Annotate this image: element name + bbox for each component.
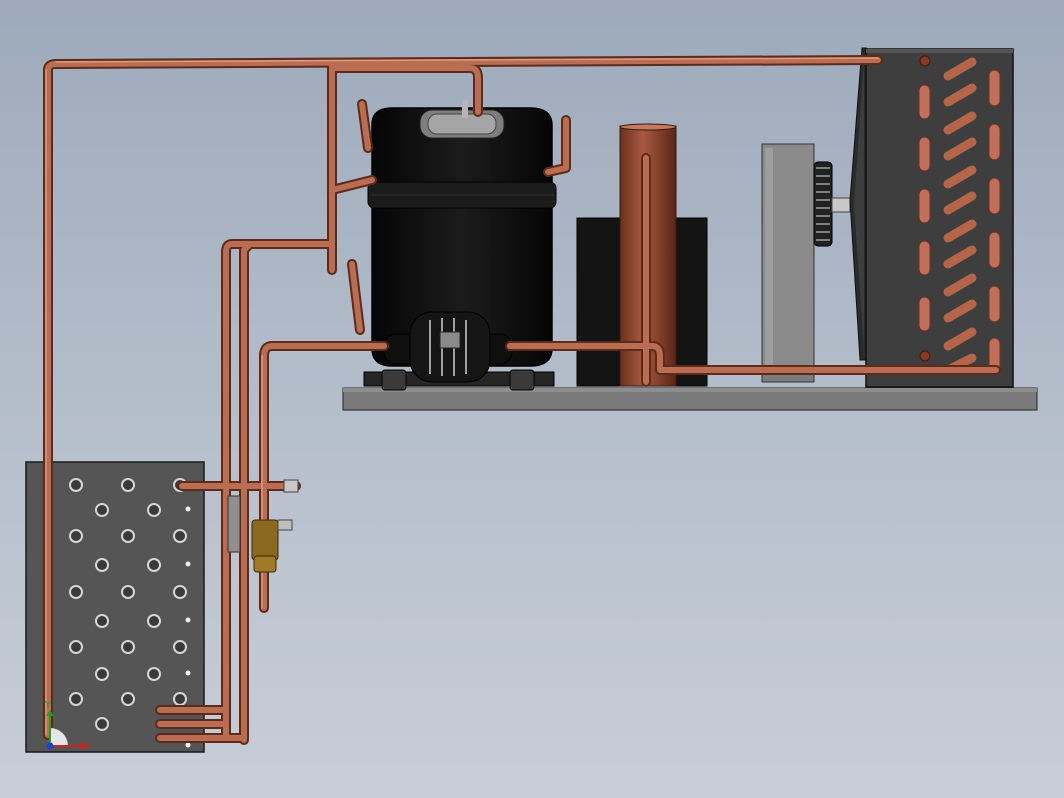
cad-viewport[interactable]: X Y bbox=[0, 0, 1064, 798]
base-plate bbox=[342, 387, 1038, 411]
fan-shroud bbox=[761, 143, 815, 383]
fan-motor bbox=[813, 161, 851, 247]
refrigeration-assembly-model: X Y bbox=[25, 47, 1038, 753]
triad-z-axis bbox=[46, 742, 54, 750]
triad-x-label: X bbox=[84, 741, 91, 752]
fan-blade bbox=[849, 47, 867, 361]
triad-y-label: Y bbox=[44, 700, 52, 711]
condenser-coil bbox=[865, 48, 1014, 388]
